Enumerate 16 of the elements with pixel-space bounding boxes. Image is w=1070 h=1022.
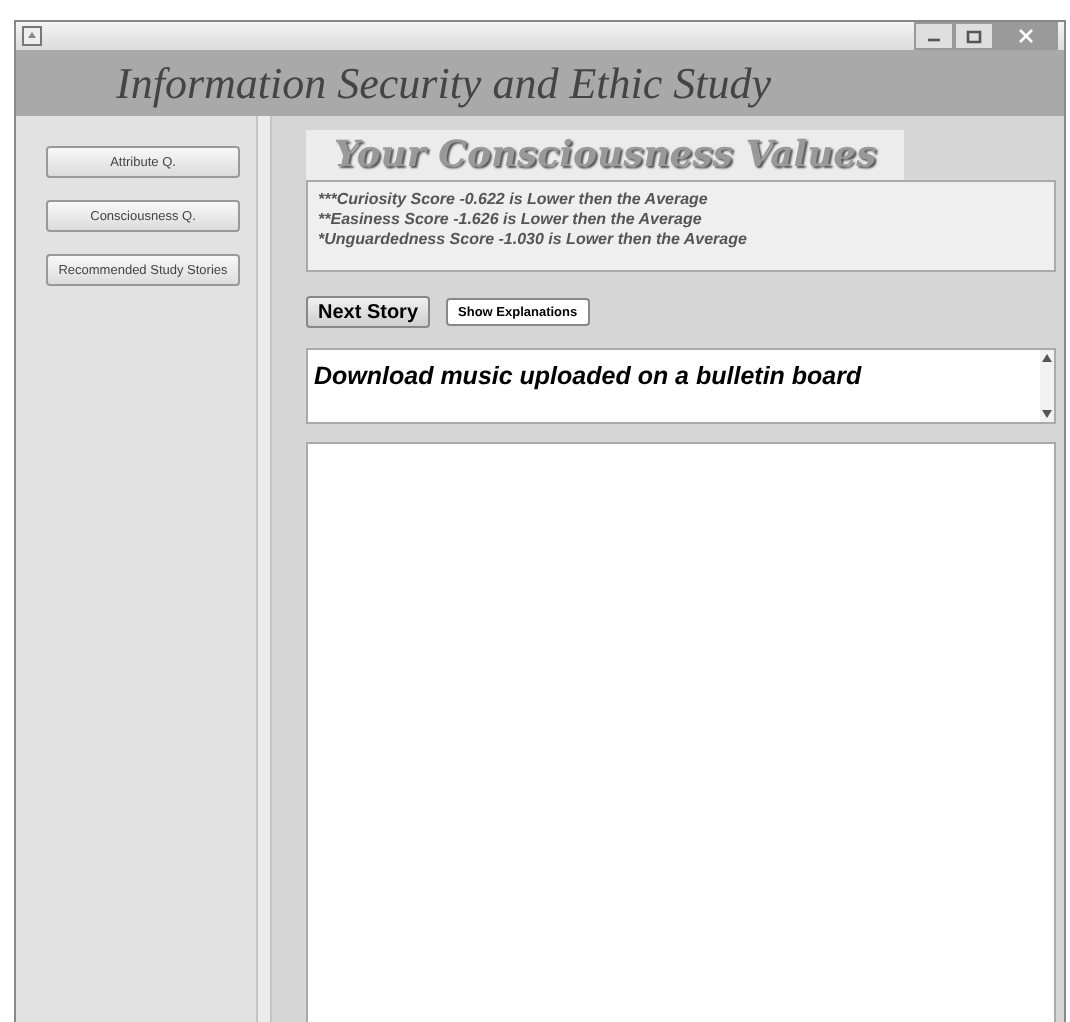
close-button[interactable]	[994, 22, 1058, 50]
maximize-button[interactable]	[954, 22, 994, 50]
score-line: **Easiness Score -1.626 is Lower then the Average	[318, 210, 704, 228]
app-icon	[22, 26, 42, 46]
scroll-down-icon[interactable]	[1042, 410, 1052, 418]
story-title: Download music uploaded on a bulletin board	[312, 360, 864, 390]
score-line: *Unguardedness Score -1.030 is Lower then the Average	[318, 230, 749, 248]
app-title: Information Security and Ethic Study	[116, 57, 771, 109]
close-icon	[1014, 26, 1038, 46]
scroll-up-icon[interactable]	[1042, 354, 1052, 362]
score-line: ***Curiosity Score -0.622 is Lower then the Average	[318, 190, 710, 208]
section-heading: Your Consciousness Values	[306, 130, 905, 180]
scrollbar[interactable]	[1040, 350, 1054, 422]
next-story-button[interactable]: Next Story	[306, 296, 431, 328]
minimize-button[interactable]	[914, 22, 954, 50]
maximize-icon	[962, 26, 986, 46]
